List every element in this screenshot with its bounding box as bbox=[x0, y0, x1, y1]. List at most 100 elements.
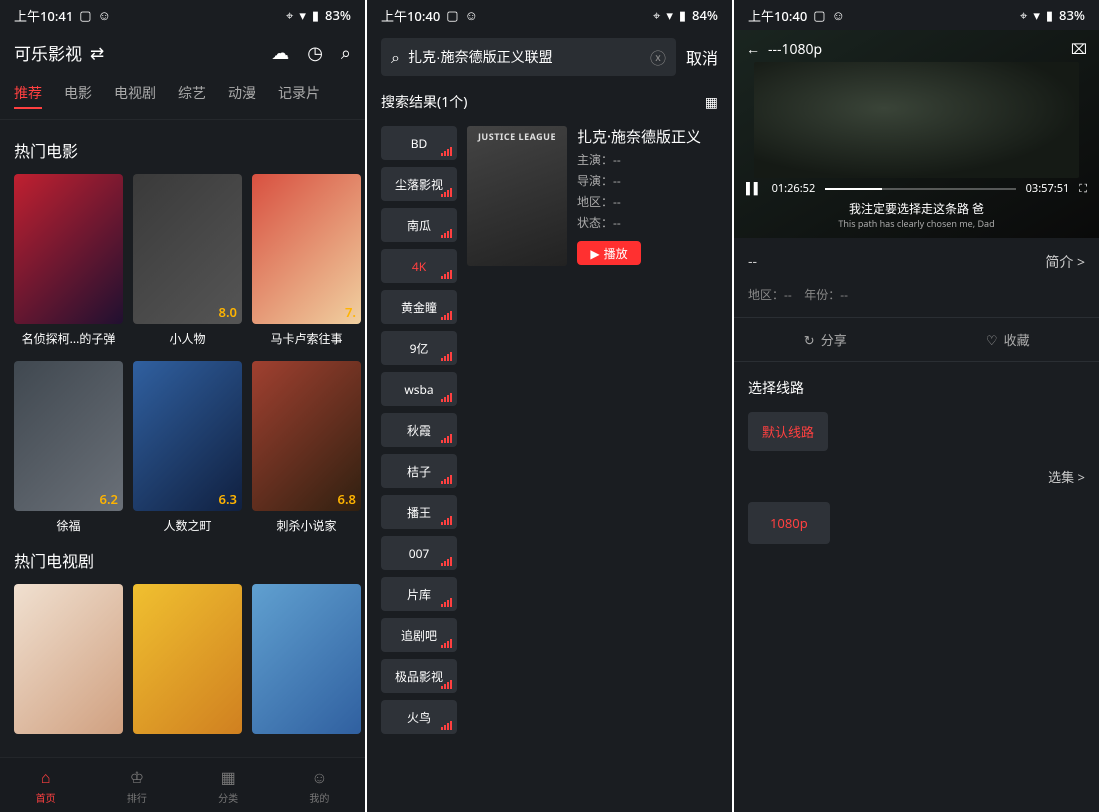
history-icon[interactable]: ◷ bbox=[307, 41, 323, 65]
tab-movie[interactable]: 电影 bbox=[64, 83, 92, 109]
content-scroll[interactable]: 热门电影 名侦探柯...的子弹 8.0 小人物 7. 马卡卢索往事 6.2 徐福… bbox=[0, 120, 365, 757]
status-time: 上午10:41 bbox=[14, 6, 73, 25]
source-item[interactable]: 4K bbox=[381, 249, 457, 283]
result-actor: 主演：-- bbox=[577, 151, 718, 168]
search-icon: ⌕ bbox=[391, 46, 400, 68]
detail-meta: 地区：-- 年份：-- bbox=[734, 286, 1099, 317]
source-item[interactable]: 火鸟 bbox=[381, 700, 457, 734]
episodes-link[interactable]: 选集 > bbox=[734, 467, 1099, 486]
share-button[interactable]: ↻分享 bbox=[734, 318, 917, 361]
back-icon[interactable]: ← bbox=[746, 40, 760, 59]
movie-card[interactable]: 6.8 刺杀小说家 bbox=[252, 361, 361, 534]
movie-card[interactable] bbox=[14, 584, 123, 734]
tab-recommend[interactable]: 推荐 bbox=[14, 83, 42, 109]
movie-title: 人数之町 bbox=[133, 517, 242, 534]
movie-card[interactable]: 6.3 人数之町 bbox=[133, 361, 242, 534]
poster: 6.2 bbox=[14, 361, 123, 511]
source-item[interactable]: 秋霞 bbox=[381, 413, 457, 447]
status-battery: 84% bbox=[692, 6, 718, 24]
search-icon[interactable]: ⌕ bbox=[341, 41, 351, 65]
poster: 8.0 bbox=[133, 174, 242, 324]
cancel-button[interactable]: 取消 bbox=[686, 45, 718, 69]
movie-title: 刺杀小说家 bbox=[252, 517, 361, 534]
route-title: 选择线路 bbox=[748, 378, 1085, 398]
location-icon: ⌖ bbox=[286, 6, 293, 24]
player-title: ---1080p bbox=[768, 40, 822, 59]
movie-card[interactable] bbox=[252, 584, 361, 734]
ghost-icon: ☺ bbox=[98, 6, 111, 24]
cast-icon[interactable]: ⌧ bbox=[1071, 40, 1087, 59]
screen-home: 上午10:41 ▢ ☺ ⌖ ▾ ▮ 83% 可乐影视 ⇄ ☁ ◷ ⌕ 推荐 电影… bbox=[0, 0, 365, 812]
source-item[interactable]: BD bbox=[381, 126, 457, 160]
movie-card[interactable]: 7. 马卡卢索往事 bbox=[252, 174, 361, 347]
clear-icon[interactable]: ⓧ bbox=[650, 45, 666, 69]
movie-title: 马卡卢索往事 bbox=[252, 330, 361, 347]
status-bar: 上午10:40 ▢ ☺ ⌖ ▾ ▮ 84% bbox=[367, 0, 732, 30]
tab-anime[interactable]: 动漫 bbox=[228, 83, 256, 109]
status-bar: 上午10:40 ▢ ☺ ⌖ ▾ ▮ 83% bbox=[734, 0, 1099, 30]
source-item[interactable]: wsba bbox=[381, 372, 457, 406]
nav-profile[interactable]: ☺我的 bbox=[274, 758, 365, 812]
status-time: 上午10:40 bbox=[381, 6, 440, 25]
favorite-button[interactable]: ♡收藏 bbox=[917, 318, 1100, 361]
tab-variety[interactable]: 综艺 bbox=[178, 83, 206, 109]
source-item[interactable]: 片库 bbox=[381, 577, 457, 611]
movie-title: 小人物 bbox=[133, 330, 242, 347]
results-header: 搜索结果(1个) ▦ bbox=[367, 84, 732, 120]
episode-button[interactable]: 1080p bbox=[748, 502, 830, 544]
nav-category[interactable]: ▦分类 bbox=[183, 758, 274, 812]
wifi-icon: ▾ bbox=[666, 6, 673, 24]
ghost-icon: ☺ bbox=[465, 6, 478, 24]
home-icon: ⌂ bbox=[41, 766, 51, 788]
poster: 6.8 bbox=[252, 361, 361, 511]
fullscreen-icon[interactable]: ⛶ bbox=[1079, 181, 1087, 196]
movie-card[interactable]: 8.0 小人物 bbox=[133, 174, 242, 347]
section-title: 热门电影 bbox=[14, 138, 351, 162]
search-input[interactable] bbox=[408, 49, 642, 65]
result-poster bbox=[467, 126, 567, 266]
result-title: 扎克·施奈德版正义 bbox=[577, 126, 718, 147]
action-row: ↻分享 ♡收藏 bbox=[734, 317, 1099, 362]
wifi-icon: ▾ bbox=[1033, 6, 1040, 24]
source-item[interactable]: 播王 bbox=[381, 495, 457, 529]
source-item[interactable]: 9亿 bbox=[381, 331, 457, 365]
play-icon: ▶ bbox=[590, 245, 599, 262]
poster bbox=[133, 584, 242, 734]
movie-card[interactable] bbox=[133, 584, 242, 734]
movie-card[interactable]: 名侦探柯...的子弹 bbox=[14, 174, 123, 347]
progress-bar[interactable]: ▌▌ 01:26:52 03:57:51 ⛶ bbox=[746, 181, 1087, 196]
source-item[interactable]: 追剧吧 bbox=[381, 618, 457, 652]
video-player[interactable]: ← ---1080p ⌧ ▌▌ 01:26:52 03:57:51 ⛶ 我注定要… bbox=[734, 30, 1099, 238]
pause-icon[interactable]: ▌▌ bbox=[746, 181, 762, 196]
user-icon: ☺ bbox=[311, 766, 327, 788]
nav-rank[interactable]: ♔排行 bbox=[91, 758, 182, 812]
search-field[interactable]: ⌕ ⓧ bbox=[381, 38, 676, 76]
result-item[interactable]: 扎克·施奈德版正义 主演：-- 导演：-- 地区：-- 状态：-- ▶播放 bbox=[467, 126, 718, 812]
notify-icon[interactable]: ☁ bbox=[271, 41, 289, 65]
tab-doc[interactable]: 记录片 bbox=[278, 83, 320, 109]
source-item[interactable]: 桔子 bbox=[381, 454, 457, 488]
app-title[interactable]: 可乐影视 ⇄ bbox=[14, 40, 104, 65]
source-item[interactable]: 南瓜 bbox=[381, 208, 457, 242]
status-battery: 83% bbox=[1059, 6, 1085, 24]
nav-home[interactable]: ⌂首页 bbox=[0, 758, 91, 812]
source-item[interactable]: 尘落影视 bbox=[381, 167, 457, 201]
seek-bar[interactable] bbox=[825, 188, 1015, 190]
layout-icon[interactable]: ▦ bbox=[705, 93, 718, 112]
result-director: 导演：-- bbox=[577, 172, 718, 189]
status-time: 上午10:40 bbox=[748, 6, 807, 25]
movie-card[interactable]: 6.2 徐福 bbox=[14, 361, 123, 534]
brief-button[interactable]: 简介 > bbox=[1045, 252, 1085, 272]
search-bar: ⌕ ⓧ 取消 bbox=[367, 30, 732, 84]
tab-tv[interactable]: 电视剧 bbox=[114, 83, 156, 109]
source-item[interactable]: 极品影视 bbox=[381, 659, 457, 693]
play-button[interactable]: ▶播放 bbox=[577, 241, 641, 265]
source-item[interactable]: 007 bbox=[381, 536, 457, 570]
crown-icon: ♔ bbox=[130, 766, 144, 788]
source-item[interactable]: 黄金瞳 bbox=[381, 290, 457, 324]
route-button[interactable]: 默认线路 bbox=[748, 412, 828, 451]
source-list[interactable]: BD 尘落影视南瓜 4K 黄金瞳 9亿 wsba 秋霞桔子播王 007 片库追剧吧极品影视火鸟 bbox=[381, 126, 457, 812]
subtitle-en: This path has clearly chosen me, Dad bbox=[746, 217, 1087, 230]
switch-icon[interactable]: ⇄ bbox=[90, 41, 104, 64]
subtitle-zh: 我注定要选择走这条路 爸 bbox=[746, 200, 1087, 217]
